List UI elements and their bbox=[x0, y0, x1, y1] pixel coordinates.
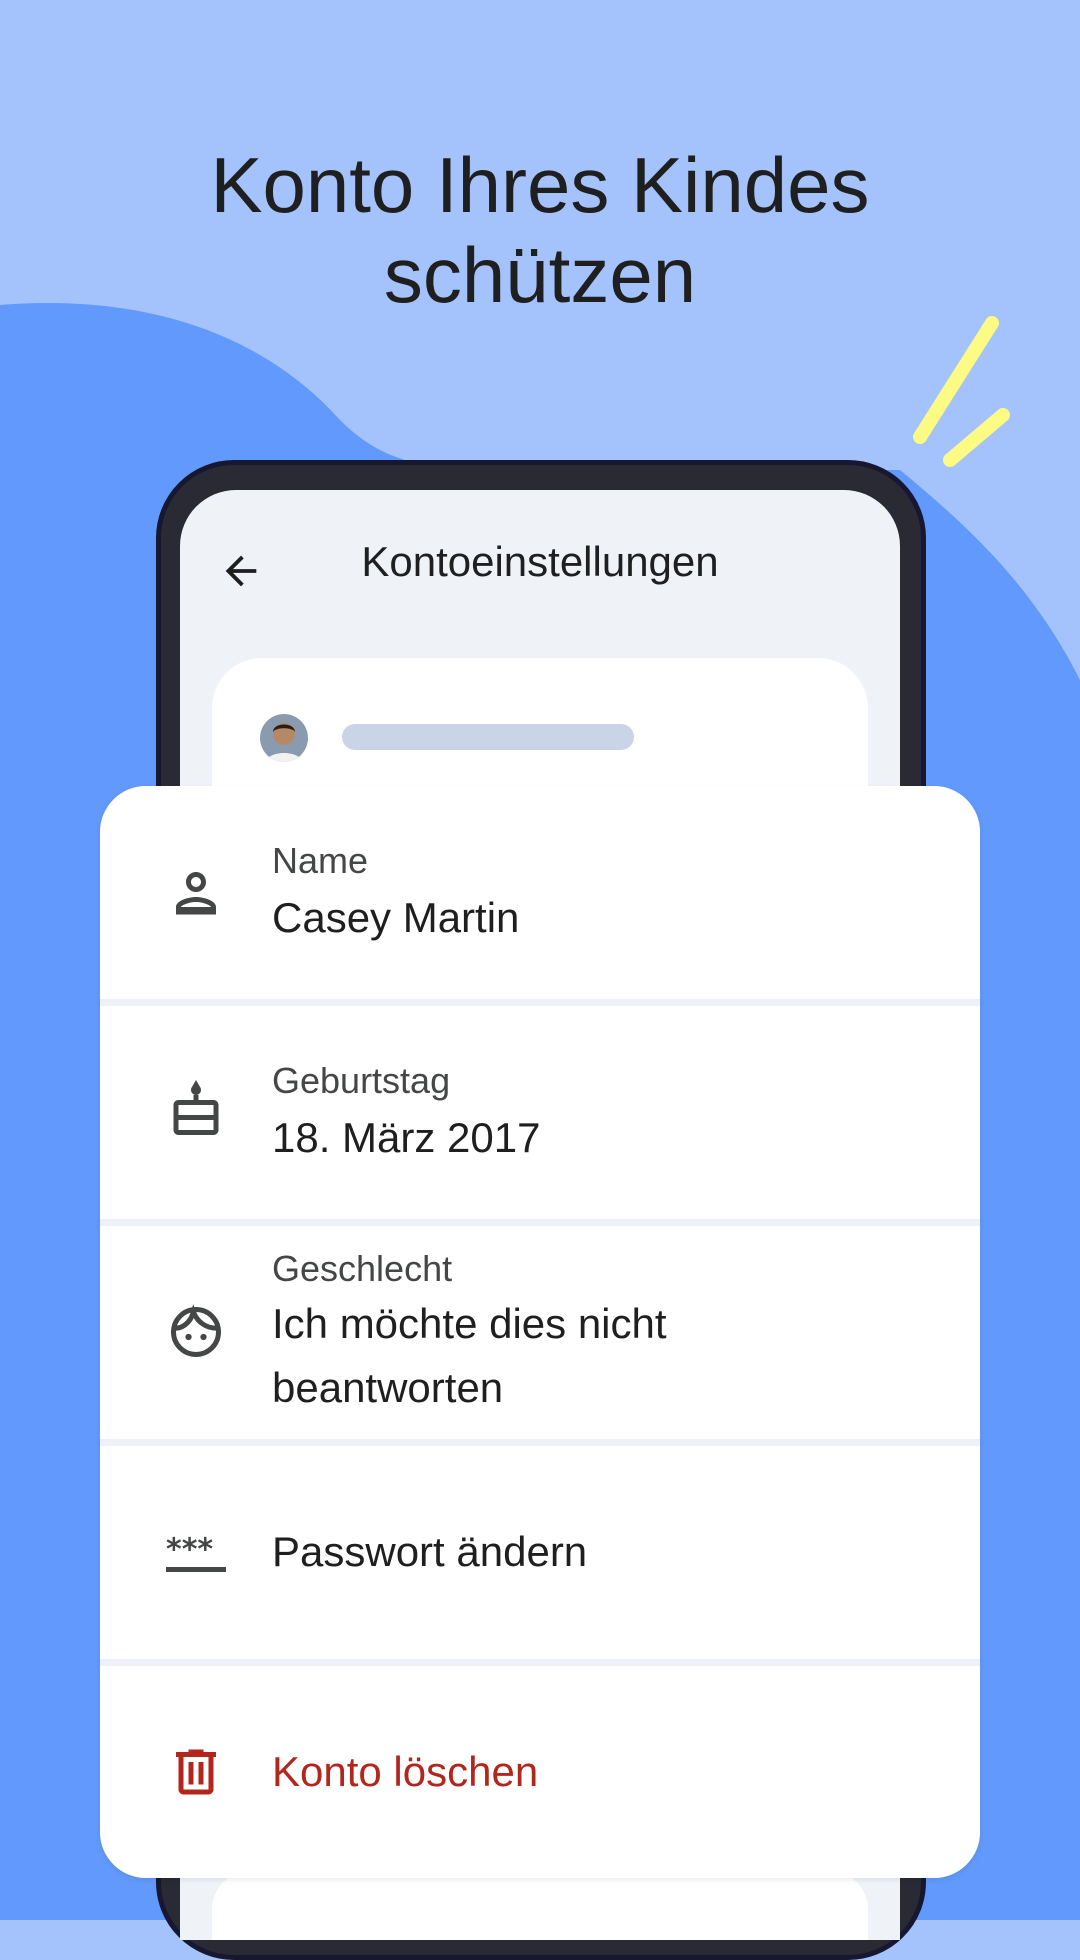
birthday-row[interactable]: Geburtstag 18. März 2017 bbox=[100, 1006, 980, 1219]
name-placeholder-bar bbox=[342, 724, 634, 750]
name-row[interactable]: Name Casey Martin bbox=[100, 786, 980, 999]
svg-text:***: *** bbox=[166, 1533, 213, 1568]
name-label: Name bbox=[272, 840, 369, 881]
lower-card bbox=[212, 1870, 868, 1940]
delete-account-row[interactable]: Konto löschen bbox=[100, 1666, 980, 1878]
app-bar-title: Kontoeinstellungen bbox=[361, 538, 719, 585]
person-icon bbox=[176, 872, 216, 915]
cake-icon bbox=[173, 1080, 219, 1135]
gender-label: Geschlecht bbox=[272, 1248, 453, 1289]
birthday-label: Geburtstag bbox=[272, 1060, 451, 1101]
trash-icon bbox=[176, 1749, 216, 1795]
gender-value: Ich möchte dies nicht beantworten bbox=[272, 1300, 667, 1411]
delete-account-label: Konto löschen bbox=[272, 1748, 539, 1795]
avatar[interactable] bbox=[260, 714, 308, 762]
sparkle-decoration bbox=[913, 316, 1010, 467]
change-password-label: Passwort ändern bbox=[272, 1528, 588, 1575]
birthday-value: 18. März 2017 bbox=[272, 1114, 541, 1161]
page-headline: Konto Ihres Kindes schützen bbox=[0, 140, 1080, 320]
account-settings-sheet: Name Casey Martin Geburtstag 18. März 20… bbox=[100, 786, 980, 1878]
headline-line-1: Konto Ihres Kindes bbox=[210, 141, 870, 229]
password-icon: *** bbox=[166, 1533, 226, 1572]
name-value: Casey Martin bbox=[272, 894, 520, 941]
headline-line-2: schützen bbox=[383, 231, 697, 319]
change-password-row[interactable]: *** Passwort ändern bbox=[100, 1446, 980, 1659]
app-bar: Kontoeinstellungen bbox=[180, 490, 900, 640]
face-icon bbox=[171, 1304, 221, 1357]
gender-row[interactable]: Geschlecht Ich möchte dies nicht beantwo… bbox=[100, 1226, 980, 1439]
